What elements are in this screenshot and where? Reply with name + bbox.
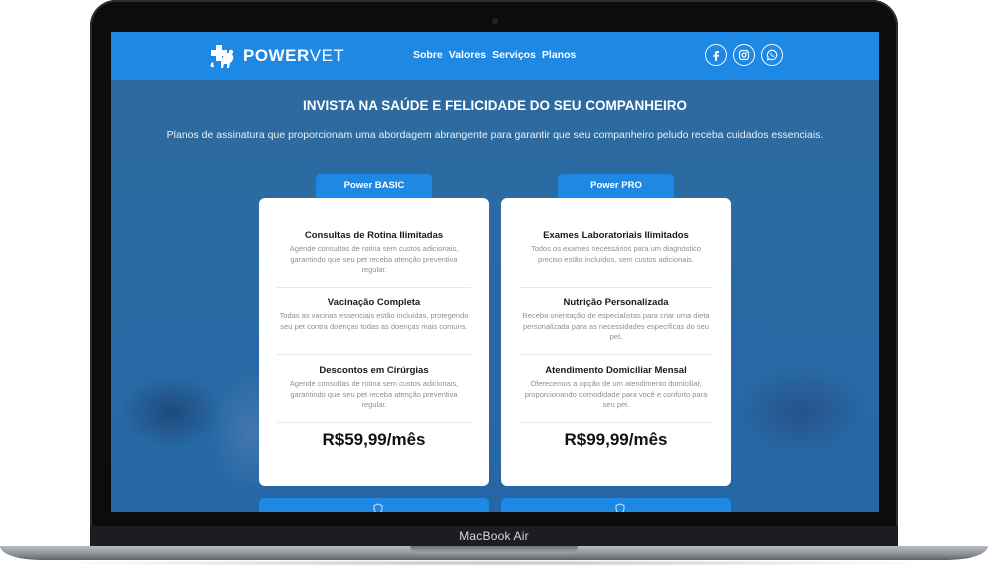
site-logo[interactable]: POWERVET	[207, 42, 344, 70]
plan-feature: Descontos em Cirúrgias Agende consultas …	[277, 365, 471, 411]
subscribe-button-basic[interactable]	[259, 498, 489, 512]
site-navbar: POWERVET Sobre Valores Serviços Planos	[111, 32, 879, 80]
feature-title: Vacinação Completa	[327, 297, 421, 308]
nav-links: Sobre Valores Serviços Planos	[413, 49, 576, 61]
facebook-link[interactable]	[705, 44, 727, 66]
plan-feature: Exames Laboratoriais Ilimitados Todos os…	[519, 230, 713, 265]
feature-title: Consultas de Rotina Ilimitadas	[304, 230, 444, 241]
feature-description: Agende consultas de rotina sem custos ad…	[289, 379, 459, 409]
divider	[277, 354, 471, 355]
camera-icon	[492, 18, 498, 24]
plan-price: R$99,99/mês	[564, 430, 668, 449]
plan-feature: Consultas de Rotina Ilimitadas Agende co…	[277, 230, 471, 276]
plan-feature: Nutrição Personalizada Receba orientação…	[519, 297, 713, 343]
feature-title: Descontos em Cirúrgias	[319, 365, 429, 376]
brand-name-light: VET	[309, 46, 345, 65]
device-label: MacBook Air	[459, 529, 529, 543]
laptop-shadow	[40, 560, 948, 566]
instagram-icon	[738, 49, 750, 61]
shield-icon	[373, 503, 383, 512]
nav-link-sobre[interactable]: Sobre	[413, 49, 443, 61]
plan-feature: Atendimento Domiciliar Mensal Oferecemos…	[519, 365, 713, 411]
feature-description: Todos os exames necessários para um diag…	[530, 244, 702, 264]
social-links	[705, 44, 783, 66]
plan-card-basic: Consultas de Rotina Ilimitadas Agende co…	[259, 198, 489, 486]
browser-viewport: POWERVET Sobre Valores Serviços Planos I…	[111, 32, 879, 512]
feature-title: Nutrição Personalizada	[563, 297, 669, 308]
pet-health-logo-icon	[210, 45, 234, 68]
hero-title: INVISTA NA SAÚDE E FELICIDADE DO SEU COM…	[302, 98, 688, 113]
feature-description: Receba orientação de especialistas para …	[522, 311, 710, 341]
nav-link-valores[interactable]: Valores	[449, 49, 486, 61]
plan-tab-basic[interactable]: Power BASIC	[316, 174, 432, 200]
whatsapp-icon	[766, 49, 778, 61]
divider	[277, 287, 471, 288]
hero-subtitle: Planos de assinatura que proporcionam um…	[166, 129, 824, 141]
facebook-icon	[713, 51, 719, 61]
shield-icon	[615, 503, 625, 512]
brand-name-bold: POWER	[243, 46, 310, 65]
plan-tab-pro[interactable]: Power PRO	[558, 174, 674, 200]
instagram-link[interactable]	[733, 44, 755, 66]
whatsapp-link[interactable]	[761, 44, 783, 66]
subscribe-button-pro[interactable]	[501, 498, 731, 512]
feature-description: Todas as vacinas essenciais estão incluí…	[279, 311, 469, 331]
hero-background-photo	[111, 292, 879, 512]
brand-name: POWERVET	[243, 46, 344, 66]
laptop-hinge-notch	[410, 546, 578, 553]
feature-title: Atendimento Domiciliar Mensal	[545, 365, 687, 376]
nav-link-servicos[interactable]: Serviços	[492, 49, 536, 61]
feature-description: Oferecemos a opção de um atendimento dom…	[524, 379, 708, 409]
divider	[519, 354, 713, 355]
feature-description: Agende consultas de rotina sem custos ad…	[289, 244, 459, 274]
nav-link-planos[interactable]: Planos	[542, 49, 576, 61]
plan-price: R$59,99/mês	[322, 430, 426, 449]
plan-card-pro: Exames Laboratoriais Ilimitados Todos os…	[501, 198, 731, 486]
divider	[519, 287, 713, 288]
divider	[519, 422, 713, 423]
divider	[277, 422, 471, 423]
feature-title: Exames Laboratoriais Ilimitados	[543, 230, 689, 241]
plan-feature: Vacinação Completa Todas as vacinas esse…	[277, 297, 471, 332]
